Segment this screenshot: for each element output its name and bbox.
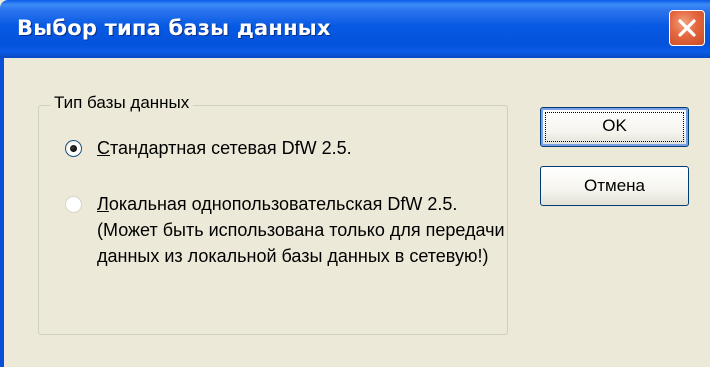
ok-button[interactable]: OK bbox=[540, 107, 689, 147]
radio-standard-network[interactable] bbox=[65, 140, 82, 157]
option-text: окальная однопользовательская DfW 2.5. (… bbox=[97, 194, 505, 266]
accelerator-key: Л bbox=[97, 194, 109, 214]
title-bar[interactable]: Выбор типа базы данных bbox=[0, 0, 710, 58]
accelerator-key: С bbox=[97, 138, 110, 158]
option-text: тандартная сетевая DfW 2.5. bbox=[110, 138, 352, 158]
radio-checked-dot bbox=[70, 145, 77, 152]
radio-local-single-user[interactable] bbox=[65, 196, 82, 213]
window-title: Выбор типа базы данных bbox=[17, 16, 331, 40]
radio-local-single-user-label[interactable]: Локальная однопользовательская DfW 2.5. … bbox=[97, 191, 505, 269]
radio-standard-network-label[interactable]: Стандартная сетевая DfW 2.5. bbox=[97, 135, 352, 161]
cancel-button[interactable]: Отмена bbox=[540, 166, 689, 206]
window-left-border bbox=[0, 58, 4, 367]
group-label: Тип базы данных bbox=[50, 93, 194, 113]
close-button[interactable] bbox=[669, 10, 705, 46]
dialog-window: Выбор типа базы данных Тип базы данных С… bbox=[0, 0, 710, 367]
cancel-button-label: Отмена bbox=[584, 176, 645, 195]
ok-button-label: OK bbox=[602, 116, 627, 135]
close-icon bbox=[678, 19, 696, 37]
